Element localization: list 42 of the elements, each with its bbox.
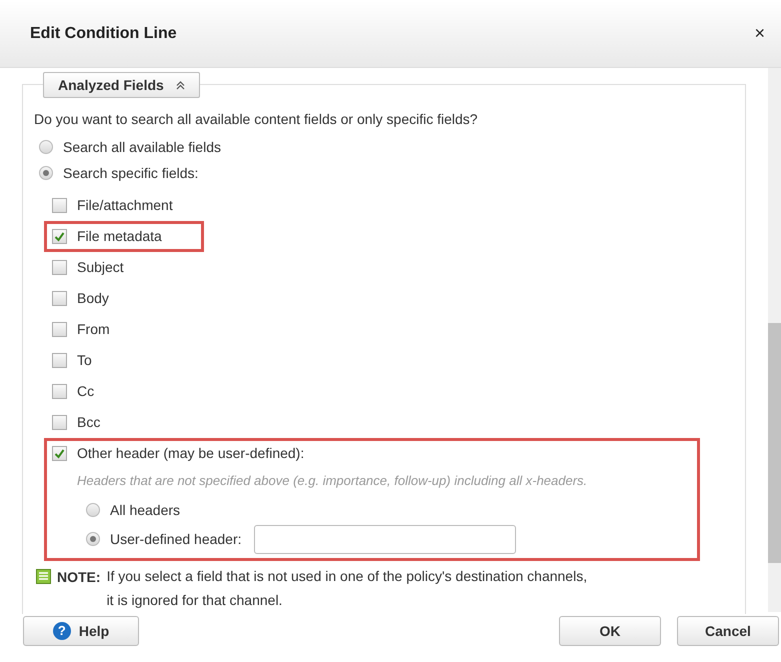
option-label: Search all available fields xyxy=(63,138,221,156)
checkbox[interactable] xyxy=(52,353,67,368)
checkbox[interactable] xyxy=(52,322,67,337)
radio-button[interactable] xyxy=(86,532,100,546)
note-icon xyxy=(36,568,51,584)
checkbox[interactable] xyxy=(52,415,67,430)
radio-button[interactable] xyxy=(86,503,100,517)
dialog-title: Edit Condition Line xyxy=(30,24,177,44)
field-label: Other header (may be user-defined): xyxy=(77,444,304,463)
note-label: NOTE: xyxy=(57,568,101,586)
option-label: All headers xyxy=(110,500,180,520)
radio-button[interactable] xyxy=(39,140,53,154)
radio-button[interactable] xyxy=(39,166,53,180)
field-label: To xyxy=(77,351,92,370)
field-label: Body xyxy=(77,289,109,308)
checkbox[interactable] xyxy=(52,291,67,306)
note-text: If you select a field that is not used in one of the policy's destination channels, xyxy=(106,566,588,586)
field-label: Subject xyxy=(77,258,124,277)
checkbox[interactable] xyxy=(52,446,67,461)
note-text: it is ignored for that channel. xyxy=(106,590,284,610)
field-label: Bcc xyxy=(77,413,100,432)
header-input[interactable] xyxy=(254,524,516,554)
ok-button[interactable]: OK xyxy=(559,616,661,646)
scrollbar[interactable] xyxy=(768,68,781,612)
option-label: Search specific fields: xyxy=(63,164,198,183)
help-button[interactable]: ? Help xyxy=(23,616,139,646)
checkbox[interactable] xyxy=(52,198,67,213)
field-label: From xyxy=(77,320,110,339)
checkbox[interactable] xyxy=(52,260,67,275)
question-text: Do you want to search all available content fields or only specific fields? xyxy=(34,110,479,129)
section-toggle-button[interactable]: Analyzed Fields xyxy=(43,72,200,98)
field-label: Cc xyxy=(77,382,94,401)
field-label: File metadata xyxy=(77,227,162,246)
checkbox[interactable] xyxy=(52,229,67,244)
hint-text: Headers that are not specified above (e.g. importance, follow-up) including all x-headers. xyxy=(76,472,588,490)
help-icon: ? xyxy=(52,622,71,640)
cancel-button[interactable]: Cancel xyxy=(677,616,779,646)
chevron-icon xyxy=(176,80,185,90)
option-label: User-defined header: xyxy=(110,530,242,548)
checkbox[interactable] xyxy=(52,384,67,399)
close-button[interactable]: × xyxy=(754,20,765,47)
field-label: File/attachment xyxy=(77,196,173,215)
